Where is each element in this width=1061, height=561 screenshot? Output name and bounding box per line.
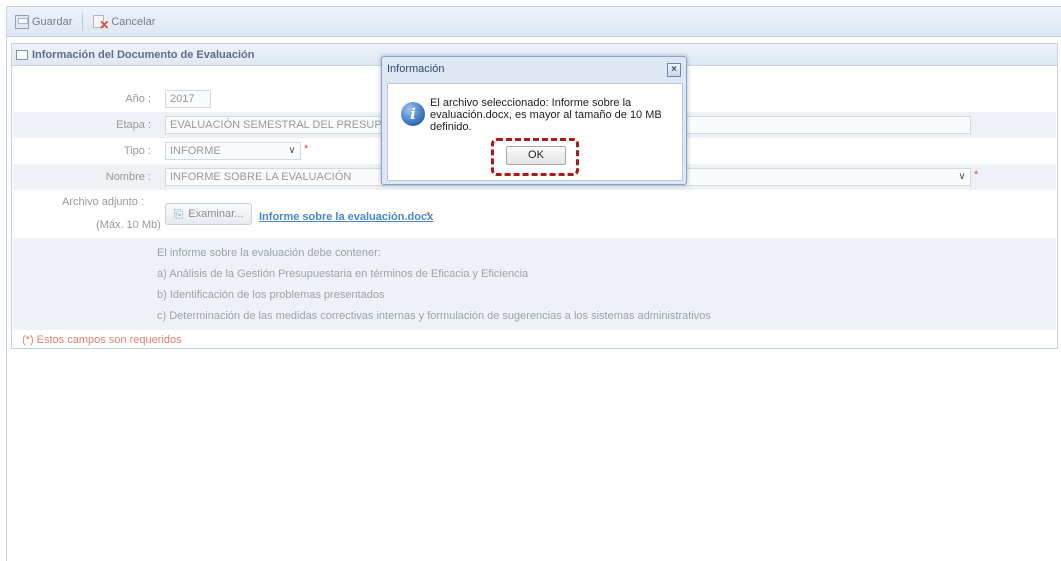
- nombre-value: INFORME SOBRE LA EVALUACIÓN: [170, 171, 352, 183]
- archivo-sublabel: (Máx. 10 Mb): [96, 219, 161, 231]
- archivo-required-mark: *: [426, 210, 431, 222]
- save-button[interactable]: Guardar: [11, 12, 76, 32]
- tipo-value: INFORME: [170, 145, 221, 157]
- dialog-title: Información: [387, 63, 445, 75]
- ok-highlight-annotation: [491, 138, 579, 176]
- paperclip-icon: ⎘: [173, 206, 184, 221]
- archivo-label: Archivo adjunto :: [62, 196, 144, 208]
- nombre-required-mark: *: [974, 169, 979, 181]
- anio-field[interactable]: 2017: [165, 90, 211, 108]
- info-item-b: b) Identificación de los problemas prese…: [157, 289, 385, 301]
- info-item-c: c) Determinación de las medidas correcti…: [157, 310, 711, 322]
- tipo-required-mark: *: [304, 143, 309, 155]
- attached-file-link[interactable]: Informe sobre la evaluación.docx: [259, 211, 433, 223]
- required-note: (*) Estos campos son requeridos: [22, 334, 182, 346]
- close-icon[interactable]: ×: [667, 63, 681, 77]
- tipo-select[interactable]: INFORME ∨: [165, 142, 301, 160]
- save-icon: [15, 14, 29, 29]
- nombre-label: Nombre :: [105, 171, 151, 183]
- chevron-down-icon[interactable]: ∨: [286, 144, 298, 158]
- info-intro: El informe sobre la evaluación debe cont…: [157, 247, 381, 259]
- cancel-button[interactable]: ✕ Cancelar: [89, 12, 159, 32]
- toolbar-separator: [82, 12, 84, 31]
- toolbar: Guardar ✕ Cancelar: [7, 7, 1061, 37]
- tipo-label: Tipo :: [123, 145, 151, 157]
- chevron-down-icon[interactable]: ∨: [956, 170, 968, 184]
- panel-title: Información del Documento de Evaluación: [32, 48, 255, 61]
- anio-label: Año :: [125, 93, 151, 105]
- examinar-button[interactable]: ⎘ Examinar...: [165, 203, 252, 225]
- info-icon: i: [401, 102, 425, 126]
- cancel-label: Cancelar: [111, 15, 156, 28]
- save-label: Guardar: [32, 15, 73, 28]
- panel-collapse-icon[interactable]: [16, 49, 28, 60]
- etapa-label: Etapa :: [116, 119, 151, 131]
- dialog-message: El archivo seleccionado: Informe sobre l…: [430, 97, 662, 133]
- info-item-a: a) Análisis de la Gestión Presupuestaria…: [157, 268, 529, 280]
- examinar-label: Examinar...: [188, 208, 244, 220]
- cancel-icon: ✕: [93, 14, 109, 31]
